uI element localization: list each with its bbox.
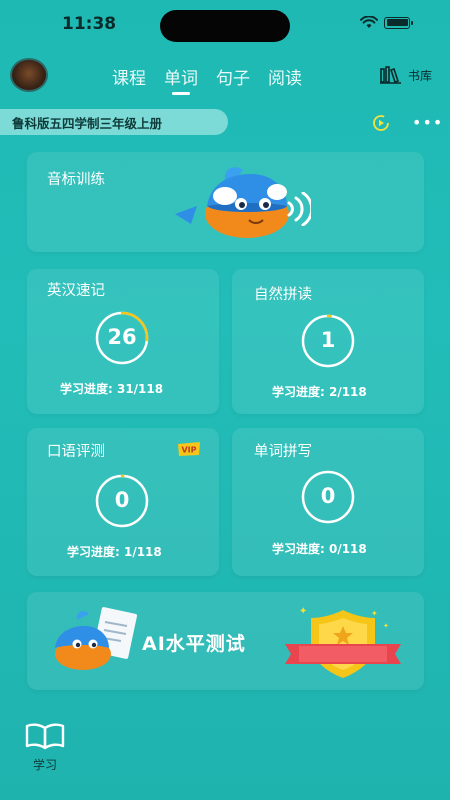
status-icons: [360, 16, 413, 29]
tab-sentences[interactable]: 句子: [216, 64, 250, 95]
status-bar: 11:38: [0, 0, 450, 50]
spelling-card[interactable]: 单词拼写 0 学习进度: 0/118: [232, 428, 424, 576]
tab-study[interactable]: 学习: [22, 722, 68, 773]
svg-text:✦: ✦: [371, 609, 378, 618]
spelling-title: 单词拼写: [254, 444, 312, 460]
battery-icon: [384, 16, 413, 29]
avatar[interactable]: [10, 58, 48, 92]
memorize-title: 英汉速记: [47, 283, 105, 299]
oral-title: 口语评测: [47, 444, 105, 460]
tab-words[interactable]: 单词: [164, 64, 198, 95]
fish-with-paper-icon: [55, 607, 138, 670]
svg-text:✦: ✦: [383, 622, 389, 630]
tab-course[interactable]: 课程: [112, 64, 146, 95]
vip-badge-icon: VIP: [178, 442, 200, 456]
library-label: 书库: [407, 68, 432, 83]
book-selector[interactable]: 鲁科版五四学制三年级上册: [0, 109, 228, 135]
tab-study-label: 学习: [32, 758, 57, 772]
nav-tabs: 课程 单词 句子 阅读: [112, 64, 302, 95]
open-book-icon: [25, 723, 65, 750]
svg-text:✦: ✦: [299, 606, 307, 617]
dynamic-island: [160, 10, 290, 42]
memorize-progress: 学习进度: 31/118: [60, 382, 164, 396]
more-icon[interactable]: •••: [412, 113, 443, 132]
phonics-count: 1: [320, 328, 336, 352]
phonics-progress: 学习进度: 2/118: [272, 385, 367, 399]
wifi-icon: [360, 16, 378, 28]
ai-test-title: AI水平测试: [142, 633, 246, 655]
spelling-progress: 学习进度: 0/118: [272, 542, 367, 556]
spelling-count: 0: [320, 484, 336, 508]
phonetics-title: 音标训练: [47, 172, 105, 188]
oral-progress: 学习进度: 1/118: [67, 545, 162, 559]
status-time: 11:38: [62, 14, 117, 34]
books-icon: [379, 66, 401, 84]
book-title: 鲁科版五四学制三年级上册: [12, 115, 163, 131]
top-nav: 课程 单词 句子 阅读 书库: [0, 58, 450, 94]
phonetics-card[interactable]: 音标训练: [27, 152, 424, 252]
shield-badge-icon: ✦ ✦ ✦: [285, 606, 401, 678]
ai-test-card[interactable]: AI水平测试 ✦ ✦ ✦: [27, 592, 424, 690]
library-button[interactable]: 书库: [379, 66, 432, 84]
phonics-title: 自然拼读: [254, 287, 312, 303]
bottom-nav: 学习: [0, 706, 450, 800]
vip-badge-text: VIP: [181, 446, 196, 455]
tab-reading[interactable]: 阅读: [268, 64, 302, 95]
memorize-card[interactable]: 英汉速记 26 学习进度: 31/118: [27, 269, 219, 414]
memorize-count: 26: [107, 325, 137, 349]
phonics-card[interactable]: 自然拼读 1 学习进度: 2/118: [232, 269, 424, 414]
replay-icon[interactable]: [372, 114, 390, 132]
sound-waves-icon: [287, 192, 311, 226]
oral-count: 0: [114, 488, 130, 512]
